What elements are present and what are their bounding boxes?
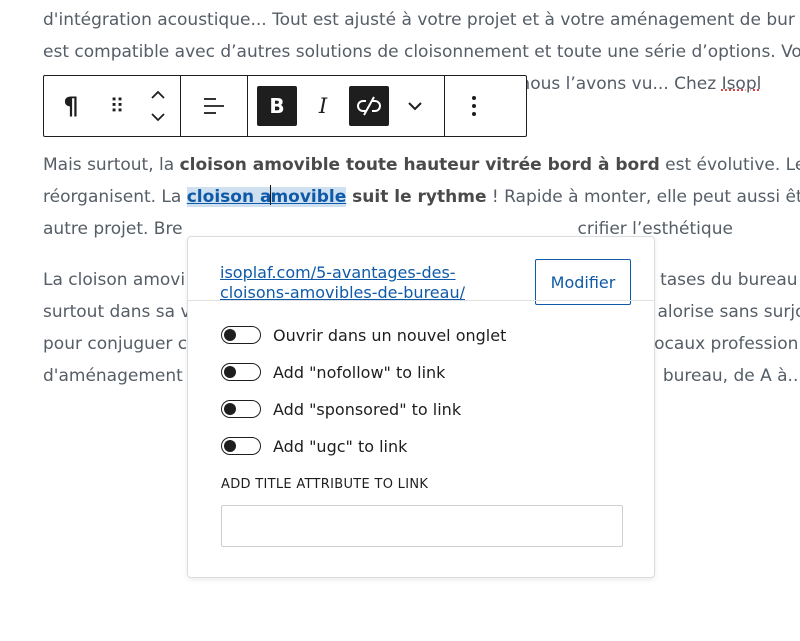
paragraph-2: Mais surtout, la cloison amovible toute … bbox=[43, 149, 800, 245]
link-popover: isoplaf.com/5-avantages-des-cloisons-amo… bbox=[187, 236, 655, 578]
chevron-up-down-icon bbox=[151, 90, 165, 122]
paragraph-icon[interactable]: ¶ bbox=[51, 86, 91, 126]
toggle-label: Add "ugc" to link bbox=[273, 436, 408, 456]
toggle-knob bbox=[224, 366, 236, 378]
text-line: d'intégration acoustique... Tout est aju… bbox=[43, 10, 795, 30]
popover-divider bbox=[188, 300, 654, 301]
move-up-down-button[interactable] bbox=[143, 86, 173, 126]
toggle-new-tab[interactable]: Ouvrir dans un nouvel onglet bbox=[221, 323, 506, 347]
block-toolbar: ¶ ⠿ B I bbox=[43, 75, 527, 137]
text-fragment: d'aménagement bbox=[43, 366, 183, 386]
bold-button[interactable]: B bbox=[257, 86, 297, 126]
modify-link-button[interactable]: Modifier bbox=[535, 259, 631, 305]
text-fragment: surtout dans sa v bbox=[43, 302, 191, 322]
title-attribute-input[interactable] bbox=[221, 505, 623, 547]
italic-button[interactable]: I bbox=[303, 86, 343, 126]
toggle-knob bbox=[224, 329, 236, 341]
more-formats-button[interactable] bbox=[395, 86, 435, 126]
toolbar-group-format: B I bbox=[248, 76, 445, 136]
toggle-knob bbox=[224, 440, 236, 452]
toggle-sponsored[interactable]: Add "sponsored" to link bbox=[221, 397, 461, 421]
text-line: Mais surtout, la cloison amovible toute … bbox=[43, 149, 800, 181]
drag-handle-icon[interactable]: ⠿ bbox=[97, 86, 137, 126]
options-button[interactable] bbox=[454, 86, 494, 126]
toggle-switch[interactable] bbox=[221, 437, 261, 455]
toggle-nofollow[interactable]: Add "nofollow" to link bbox=[221, 360, 445, 384]
title-attribute-label: ADD TITLE ATTRIBUTE TO LINK bbox=[221, 477, 429, 492]
link-fragment: cloison a bbox=[186, 187, 272, 207]
toggle-label: Ouvrir dans un nouvel onglet bbox=[273, 325, 507, 345]
text-fragment: Mais surtout, la bbox=[43, 155, 180, 175]
text-fragment: est évolutive. Les e bbox=[665, 155, 800, 175]
toolbar-group-block: ¶ ⠿ bbox=[44, 76, 181, 136]
link-url[interactable]: isoplaf.com/5-avantages-des-cloisons-amo… bbox=[220, 263, 500, 303]
text-line: est compatible avec d’autres solutions d… bbox=[43, 42, 800, 62]
toolbar-group-align bbox=[181, 76, 248, 136]
unlink-button[interactable] bbox=[349, 86, 389, 126]
align-left-icon bbox=[204, 98, 224, 114]
toggle-ugc[interactable]: Add "ugc" to link bbox=[221, 434, 407, 458]
text-fragment: autre projet. Bre bbox=[43, 219, 183, 239]
spellcheck-word[interactable]: Isopl bbox=[722, 74, 762, 94]
toggle-label: Add "nofollow" to link bbox=[273, 362, 446, 382]
toggle-knob bbox=[224, 403, 236, 415]
bold-text: suit le rythme bbox=[346, 187, 487, 207]
toolbar-group-options bbox=[445, 76, 503, 136]
kebab-menu-icon bbox=[472, 96, 476, 116]
text-line: réorganisent. La cloison amovible suit l… bbox=[43, 181, 800, 213]
text-fragment: ! Rapide à monter, elle peut aussi être bbox=[486, 187, 800, 207]
unlink-icon bbox=[357, 96, 381, 116]
align-button[interactable] bbox=[194, 86, 234, 126]
text-fragment: pour conjuguer c bbox=[43, 334, 188, 354]
bold-text: cloison amovible toute hauteur vitrée bo… bbox=[179, 155, 660, 175]
toggle-switch[interactable] bbox=[221, 326, 261, 344]
text-fragment: La cloison amovi bbox=[43, 270, 186, 290]
selected-link-text[interactable]: cloison amovible bbox=[186, 185, 347, 207]
chevron-down-icon bbox=[408, 102, 422, 111]
toggle-switch[interactable] bbox=[221, 400, 261, 418]
link-fragment: movible bbox=[270, 187, 347, 207]
toggle-switch[interactable] bbox=[221, 363, 261, 381]
text-fragment: réorganisent. La bbox=[43, 187, 187, 207]
toggle-label: Add "sponsored" to link bbox=[273, 399, 462, 419]
